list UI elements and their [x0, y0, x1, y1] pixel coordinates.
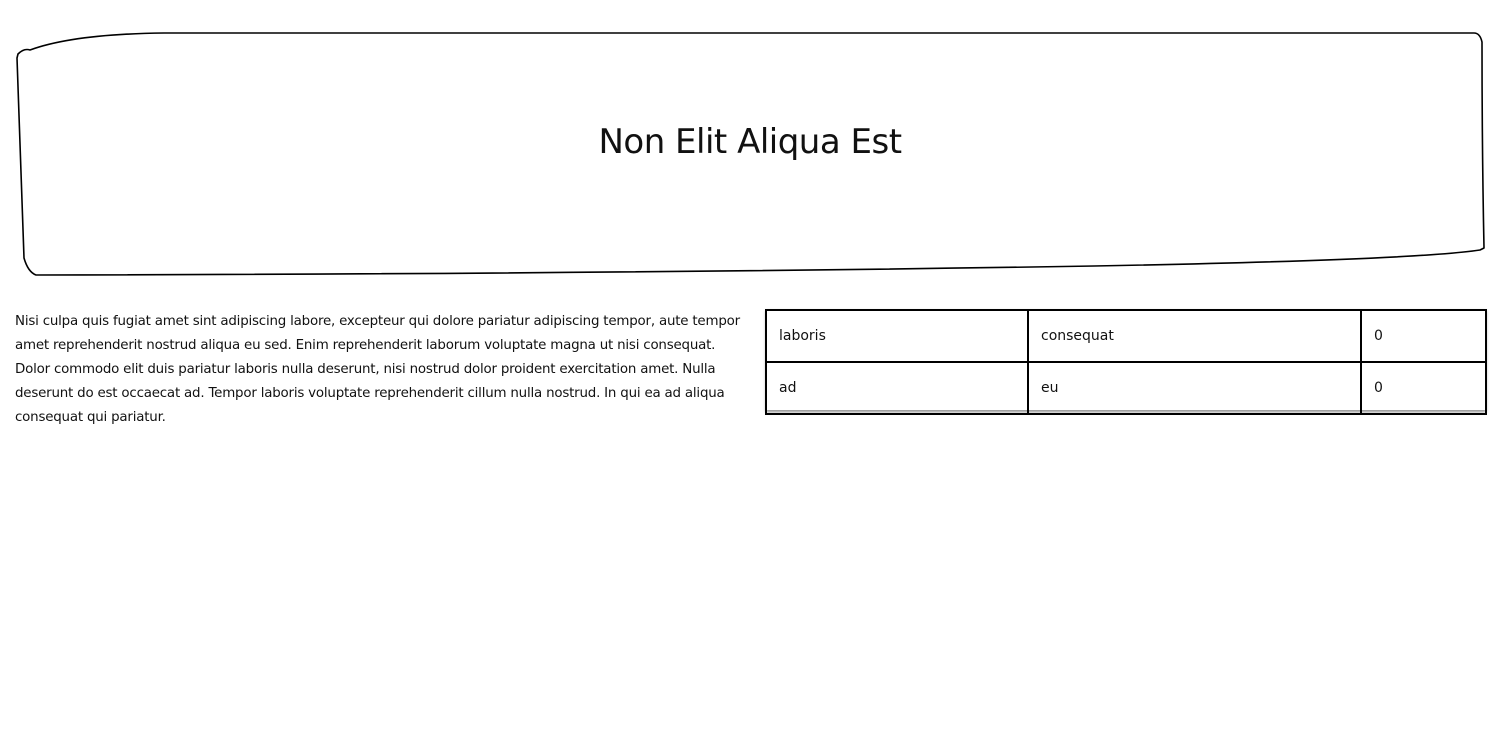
header-banner: Non Elit Aliqua Est: [14, 30, 1486, 278]
table-row: ad eu 0: [765, 361, 1487, 415]
table-cell: consequat: [1027, 309, 1362, 363]
body-paragraph: Nisi culpa quis fugiat amet sint adipisc…: [15, 314, 740, 425]
data-table-container: laboris consequat 0 ad eu 0: [765, 309, 1487, 415]
table-row: laboris consequat 0: [765, 309, 1487, 363]
table-cell: laboris: [765, 309, 1029, 363]
table-cell: ad: [765, 361, 1029, 415]
table-cell: eu: [1027, 361, 1362, 415]
page-title: Non Elit Aliqua Est: [598, 122, 902, 162]
data-table: laboris consequat 0 ad eu 0: [765, 309, 1487, 415]
table-cell: 0: [1360, 361, 1487, 415]
page: Non Elit Aliqua Est Nisi culpa quis fugi…: [0, 0, 1500, 752]
table-cell: 0: [1360, 309, 1487, 363]
